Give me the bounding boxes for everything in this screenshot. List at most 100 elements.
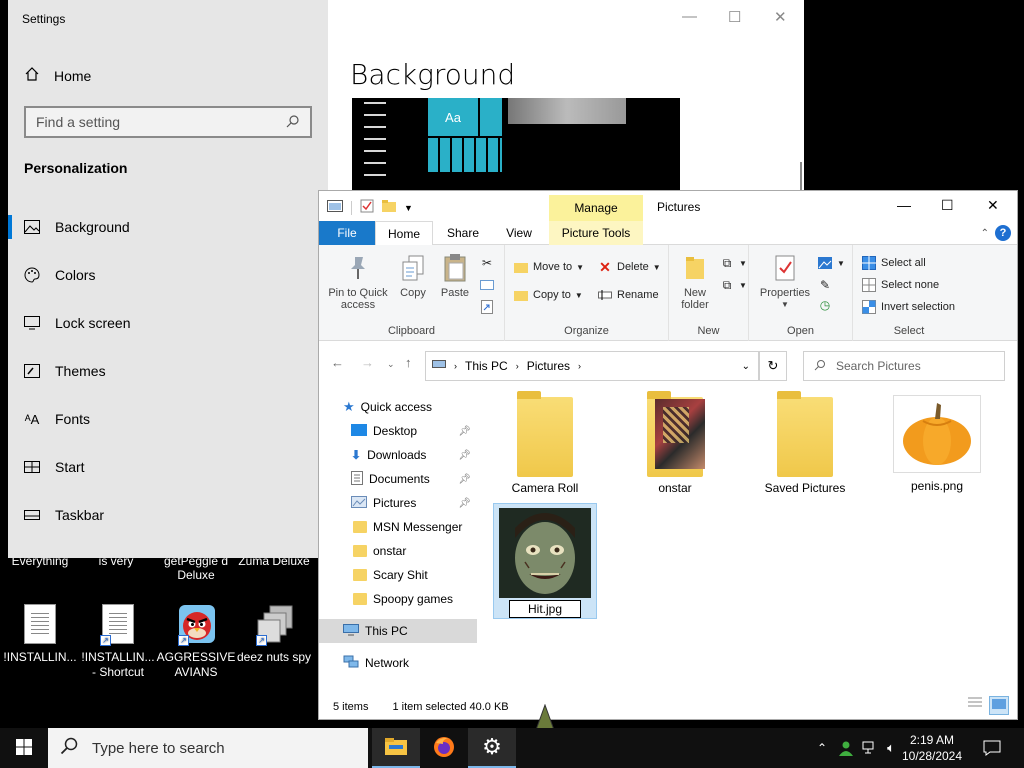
nav-folder-spoopy-games[interactable]: Spoopy games	[319, 587, 477, 611]
explorer-minimize-button[interactable]: —	[897, 197, 911, 213]
details-view-icon[interactable]	[967, 696, 983, 715]
settings-search-input[interactable]: Find a setting	[24, 106, 312, 138]
explorer-close-button[interactable]: ✕	[987, 197, 999, 214]
nav-folder-msn-messenger[interactable]: MSN Messenger	[319, 515, 477, 539]
properties-check-icon[interactable]	[360, 199, 374, 216]
paste-shortcut-button[interactable]	[479, 299, 495, 315]
nav-desktop[interactable]: Desktop 📌︎	[319, 419, 477, 443]
cut-button[interactable]: ✂	[479, 255, 495, 271]
taskbar-settings[interactable]: ⚙	[468, 728, 516, 768]
view-toggle-buttons	[967, 696, 1009, 715]
copy-button[interactable]: Copy	[395, 253, 431, 299]
nav-this-pc[interactable]: This PC	[319, 619, 477, 643]
address-dropdown-icon[interactable]: ⌄	[742, 361, 750, 372]
select-none-button[interactable]: Select none	[861, 277, 939, 293]
taskbar-search-box[interactable]: Type here to search	[48, 728, 368, 768]
desktop-folder-icon	[351, 423, 367, 439]
desktop-icon-aggressive-avians[interactable]: ↗ AGGRESSIVE AVIANS	[156, 604, 236, 680]
file-item-saved-pictures[interactable]: Saved Pictures	[751, 391, 859, 495]
pin-quick-access-button[interactable]: Pin to Quick access	[325, 253, 391, 311]
tab-picture-tools[interactable]: Picture Tools	[549, 221, 643, 245]
tab-file[interactable]: File	[319, 221, 375, 245]
new-folder-button[interactable]: New folder	[673, 253, 717, 311]
nav-pictures[interactable]: Pictures 📌︎	[319, 491, 477, 515]
file-item-hit-jpg[interactable]: Hit.jpg	[493, 503, 597, 619]
manage-contextual-tab[interactable]: Manage	[549, 195, 643, 221]
window-menu-icon[interactable]	[327, 200, 343, 215]
nav-folder-onstar[interactable]: onstar	[319, 539, 477, 563]
rename-button[interactable]: Rename	[597, 287, 659, 303]
settings-minimize-button[interactable]: —	[682, 8, 697, 25]
nav-downloads[interactable]: ⬇ Downloads 📌︎	[319, 443, 477, 467]
history-button[interactable]: ◷	[817, 297, 833, 313]
properties-button[interactable]: Properties ▼	[755, 253, 815, 311]
select-all-button[interactable]: Select all	[861, 255, 926, 271]
paste-button[interactable]: Paste	[435, 253, 475, 299]
sidebar-item-start[interactable]: Start	[8, 443, 328, 491]
large-icons-view-icon[interactable]	[989, 696, 1009, 715]
show-hidden-icons-button[interactable]: ⌃	[812, 728, 832, 768]
new-folder-qat-icon[interactable]	[382, 200, 396, 215]
help-icon[interactable]: ?	[995, 225, 1011, 241]
action-center-button[interactable]	[978, 728, 1006, 768]
tray-user-icon[interactable]	[836, 728, 856, 768]
up-arrow-icon[interactable]: ↑	[405, 355, 412, 370]
nav-documents[interactable]: Documents 📌︎	[319, 467, 477, 491]
taskbar-clock[interactable]: 2:19 AM 10/28/2024	[892, 732, 972, 764]
sidebar-item-taskbar[interactable]: Taskbar	[8, 491, 328, 539]
refresh-button[interactable]: ↻	[759, 351, 787, 381]
taskbar-firefox[interactable]	[420, 728, 468, 768]
back-arrow-icon[interactable]: ←	[331, 355, 344, 370]
nav-quick-access[interactable]: ★ Quick access	[319, 395, 477, 419]
desktop-icon-installing-shortcut[interactable]: ↗ !INSTALLIN... - Shortcut	[78, 604, 158, 680]
sidebar-item-themes[interactable]: Themes	[8, 347, 328, 395]
breadcrumb-pictures[interactable]: Pictures	[527, 359, 570, 373]
settings-maximize-button[interactable]: ☐	[728, 8, 741, 26]
start-button[interactable]	[0, 728, 48, 768]
file-item-camera-roll[interactable]: Camera Roll	[491, 391, 599, 495]
delete-button[interactable]: ✕ Delete ▼	[597, 259, 661, 275]
search-pictures-input[interactable]: Search Pictures	[803, 351, 1005, 381]
status-selection: 1 item selected 40.0 KB	[392, 701, 509, 713]
network-tray-icon[interactable]	[860, 728, 880, 768]
tab-home[interactable]: Home	[375, 221, 433, 246]
desktop-icon-installing[interactable]: !INSTALLIN...	[0, 604, 80, 665]
sidebar-item-background[interactable]: Background	[8, 203, 328, 251]
move-to-button[interactable]: Move to ▼	[513, 259, 584, 275]
file-item-penis-png[interactable]: penis.png	[883, 391, 991, 493]
settings-close-button[interactable]: ✕	[774, 8, 787, 26]
easy-access-button[interactable]: ⧉ ▼	[719, 277, 747, 293]
sidebar-item-colors[interactable]: Colors	[8, 251, 328, 299]
sidebar-item-fonts[interactable]: ᴬA Fonts	[8, 395, 328, 443]
copy-to-button[interactable]: Copy to ▼	[513, 287, 583, 303]
address-bar[interactable]: › This PC › Pictures › ⌄	[425, 351, 759, 381]
nav-network[interactable]: Network	[319, 651, 477, 675]
home-label: Home	[54, 67, 92, 84]
explorer-maximize-button[interactable]: ☐	[941, 197, 954, 214]
new-item-button[interactable]: ⧉ ▼	[719, 255, 747, 271]
open-button[interactable]: ▼	[817, 255, 845, 271]
status-bar: 5 items 1 item selected 40.0 KB	[333, 701, 509, 713]
forward-arrow-icon[interactable]: →	[361, 355, 374, 370]
settings-home-link[interactable]: Home	[24, 66, 91, 85]
sidebar-item-lock-screen[interactable]: Lock screen	[8, 299, 328, 347]
tab-share[interactable]: Share	[443, 221, 483, 245]
edit-button[interactable]: ✎	[817, 277, 833, 293]
address-row: ← → ⌄ ↑ › This PC › Pictures › ⌄ ↻ Searc…	[319, 341, 1017, 383]
settings-scrollbar[interactable]	[800, 162, 802, 190]
taskbar-file-explorer[interactable]	[372, 728, 420, 768]
invert-selection-button[interactable]: Invert selection	[861, 299, 955, 315]
desktop-label-deluxe[interactable]: Deluxe	[174, 568, 218, 582]
qat-dropdown-icon[interactable]: ▼	[404, 203, 413, 213]
copy-path-button[interactable]	[479, 277, 495, 293]
paste-label: Paste	[440, 287, 470, 299]
nav-folder-scary[interactable]: Scary Shit	[319, 563, 477, 587]
recent-locations-chevron-icon[interactable]: ⌄	[387, 359, 395, 370]
file-item-onstar[interactable]: onstar	[621, 391, 729, 495]
desktop-icon-deez-nuts-spy[interactable]: ↗ deez nuts spy	[234, 604, 314, 665]
properties-icon	[771, 253, 799, 283]
tab-view[interactable]: View	[499, 221, 539, 245]
collapse-ribbon-icon[interactable]: ⌃	[981, 228, 989, 239]
rename-textbox[interactable]: Hit.jpg	[509, 600, 581, 618]
breadcrumb-this-pc[interactable]: This PC	[465, 359, 508, 373]
